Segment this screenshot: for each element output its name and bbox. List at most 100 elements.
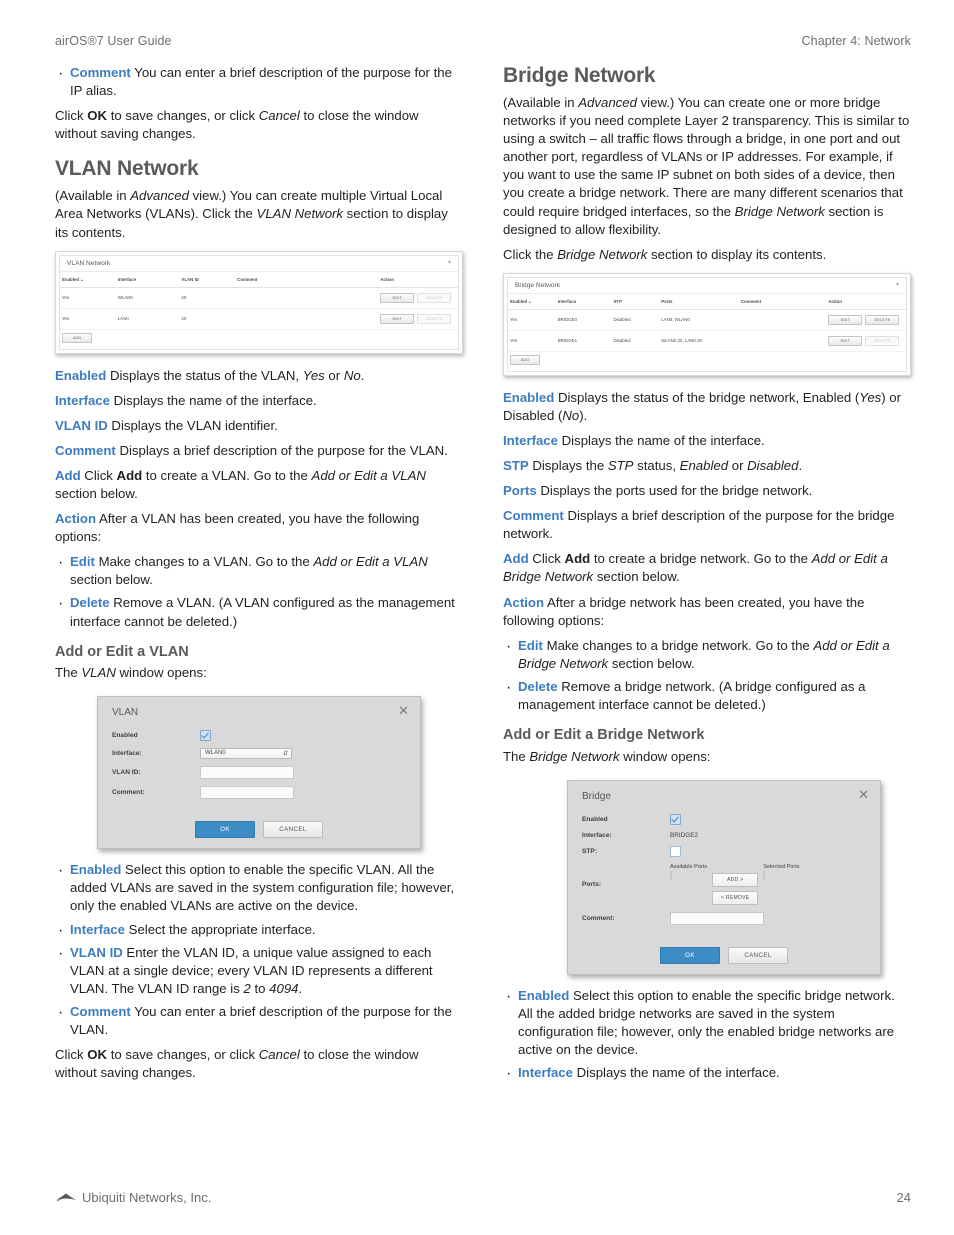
field-vlan-id: VLAN ID: — [112, 766, 406, 780]
vlan-network-screenshot: VLAN Network ▾ Enabled ▲ Interface VLAN … — [55, 250, 463, 354]
cell-comment — [738, 330, 827, 352]
ok-button[interactable]: OK — [660, 946, 720, 964]
list-item: Comment You can enter a brief descriptio… — [55, 63, 463, 100]
ports-dual-list: Available Ports ADD > < REMOVE Selected … — [670, 864, 800, 905]
text-run-italic: 2 — [243, 980, 251, 996]
selected-ports-label: Selected Ports — [763, 863, 800, 870]
edit-button[interactable]: EDIT — [380, 292, 415, 303]
cell-stp: Disabled — [611, 330, 660, 352]
dialog-title: Bridge — [582, 790, 611, 802]
list-item: Interface Displays the name of the inter… — [503, 1063, 911, 1085]
term-enabled: Enabled Displays the status of the bridg… — [503, 389, 911, 425]
field-enabled: Enabled — [112, 730, 406, 742]
col-stp[interactable]: STP — [611, 293, 660, 310]
cell-comment — [738, 309, 827, 331]
text-run: Select this option to enable the specifi… — [70, 862, 455, 914]
text-run: Click — [80, 467, 117, 483]
interface-select[interactable]: WLAN0 ⇵ — [200, 748, 292, 760]
term-label: Enabled — [70, 862, 122, 878]
vlan-id-input[interactable] — [200, 766, 294, 780]
list-item: Edit Make changes to a VLAN. Go to the A… — [55, 552, 463, 589]
enabled-checkbox[interactable] — [670, 813, 681, 825]
add-button[interactable]: ADD — [62, 332, 92, 343]
text-run: view.) You can create one or more bridge… — [503, 95, 910, 219]
interface-value: WLAN0 — [205, 750, 226, 757]
term-interface: Interface Displays the name of the inter… — [55, 392, 463, 410]
close-icon[interactable]: ✕ — [398, 704, 409, 717]
col-vlan-id[interactable]: VLAN ID — [179, 271, 236, 288]
col-interface[interactable]: Interface — [555, 293, 612, 310]
cancel-button[interactable]: CANCEL — [728, 946, 788, 964]
screenshot-panel: Bridge Network ▾ Enabled ▲ Interface STP… — [507, 276, 907, 372]
page-footer: Ubiquiti Networks, Inc. 24 — [55, 1190, 911, 1205]
text-run-italic: Cancel — [258, 1047, 300, 1063]
text-run: to save changes, or click — [107, 1047, 259, 1063]
dialog-buttons: OK CANCEL — [568, 938, 880, 974]
delete-button[interactable]: DELETE — [865, 335, 900, 346]
list-item: Interface Select the appropriate interfa… — [55, 920, 463, 942]
table-header-row: Enabled ▲ Interface VLAN ID Comment Acti… — [60, 271, 458, 288]
term-label: Add — [503, 551, 529, 567]
available-ports-listbox[interactable] — [670, 870, 672, 880]
edit-button[interactable]: EDIT — [828, 314, 863, 325]
col-action[interactable]: Action — [826, 293, 906, 310]
cell-enabled: Yes — [508, 309, 556, 331]
term-label: VLAN ID — [55, 417, 108, 433]
col-action[interactable]: Action — [378, 271, 458, 288]
edit-button[interactable]: EDIT — [828, 335, 863, 346]
text-run: to — [250, 980, 270, 996]
col-comment[interactable]: Comment — [738, 293, 827, 310]
add-port-button[interactable]: ADD > — [712, 872, 759, 887]
text-run-italic: Bridge Network — [734, 203, 825, 219]
bridge-click-paragraph: Click the Bridge Network section to disp… — [503, 246, 911, 264]
delete-button[interactable]: DELETE — [865, 314, 900, 325]
col-interface[interactable]: Interface — [115, 271, 180, 288]
text-run-italic: Add or Edit a VLAN — [313, 554, 428, 570]
selected-ports-listbox[interactable] — [763, 870, 766, 880]
term-label: VLAN ID — [70, 944, 123, 960]
cancel-button[interactable]: CANCEL — [263, 821, 323, 839]
company-name: Ubiquiti Networks, Inc. — [82, 1190, 212, 1205]
edit-button[interactable]: EDIT — [380, 313, 415, 324]
field-label: Interface: — [112, 750, 142, 758]
text-run-italic: Bridge Network — [557, 246, 648, 262]
field-label: Enabled — [582, 815, 608, 823]
close-icon[interactable]: ✕ — [858, 788, 869, 801]
cell-comment — [235, 308, 379, 330]
addedit-intro: The Bridge Network window opens: — [503, 748, 911, 766]
col-enabled[interactable]: Enabled ▲ — [508, 293, 556, 310]
delete-button[interactable]: DELETE — [417, 313, 452, 324]
text-run-bold: Add — [116, 467, 143, 483]
ok-button[interactable]: OK — [195, 821, 255, 839]
text-run: section below. — [608, 655, 695, 671]
text-run: After a bridge network has been created,… — [503, 594, 865, 628]
vlan-intro-paragraph: (Available in Advanced view.) You can cr… — [55, 187, 463, 241]
comment-input[interactable] — [200, 786, 294, 800]
list-item: Comment You can enter a brief descriptio… — [55, 1002, 463, 1039]
col-comment[interactable]: Comment — [235, 271, 379, 288]
stp-checkbox[interactable] — [670, 845, 681, 857]
col-enabled[interactable]: Enabled ▲ — [60, 271, 116, 288]
table-row: Yes BRIDGE0 Disabled LAN0, WLAN0 EDIT DEL… — [508, 309, 906, 331]
text-run-italic: Add or Edit a VLAN — [311, 467, 426, 483]
dialog-buttons: OK CANCEL — [98, 812, 420, 848]
delete-button[interactable]: DELETE — [417, 292, 452, 303]
remove-port-button[interactable]: < REMOVE — [712, 890, 759, 905]
term-label: Enabled — [518, 987, 570, 1003]
available-ports-group: Available Ports — [670, 864, 707, 880]
bridge-network-screenshot: Bridge Network ▾ Enabled ▲ Interface STP… — [503, 272, 911, 376]
term-action: Action After a bridge network has been c… — [503, 594, 911, 630]
add-button[interactable]: ADD — [510, 354, 540, 365]
text-run: Displays the ports used for the bridge n… — [536, 483, 813, 499]
table-header-row: Enabled ▲ Interface STP Ports Comment Ac… — [508, 293, 906, 310]
text-run: section below. — [70, 572, 153, 588]
field-label: Enabled — [112, 732, 138, 740]
comment-input[interactable] — [670, 911, 764, 925]
cell-interface: BRIDGE1 — [555, 330, 612, 352]
text-run: Click — [55, 1047, 88, 1063]
term-action: Action After a VLAN has been created, yo… — [55, 510, 463, 546]
cell-interface: BRIDGE0 — [555, 309, 612, 331]
col-ports[interactable]: Ports — [659, 293, 739, 310]
enabled-checkbox[interactable] — [200, 730, 211, 742]
term-comment: Comment Displays a brief description of … — [503, 507, 911, 543]
